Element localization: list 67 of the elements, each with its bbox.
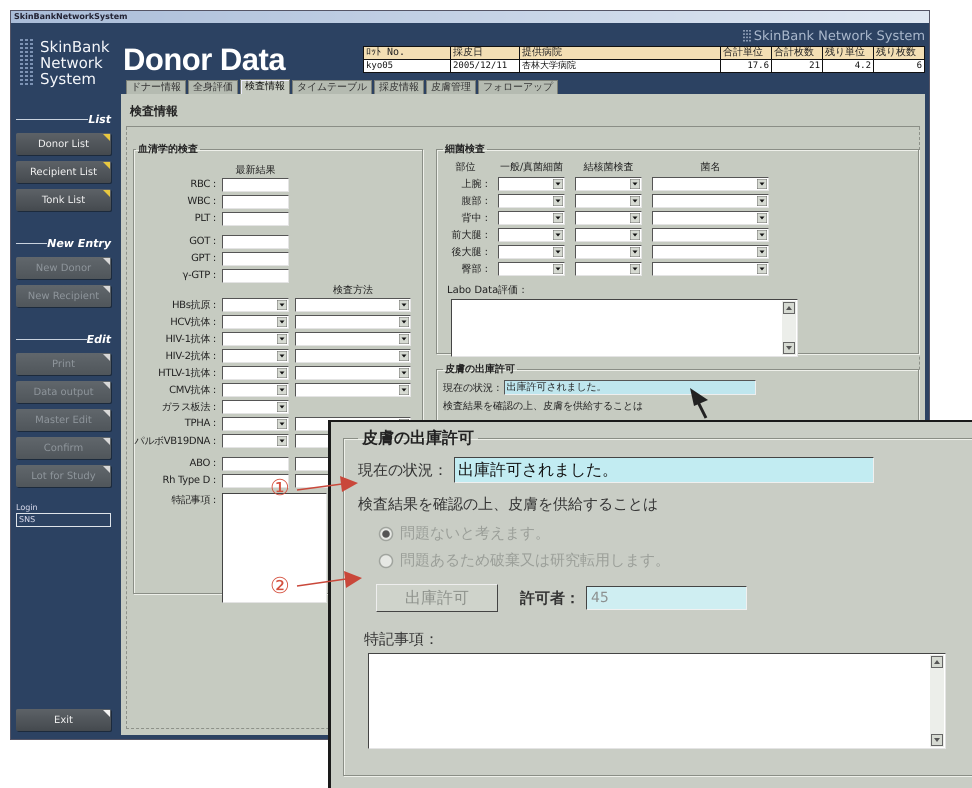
field-label: CMV抗体 :	[168, 384, 216, 396]
field-label: 現在の状況 :	[443, 382, 500, 394]
column-header: 検査方法	[332, 284, 374, 297]
section-heading: Edit	[86, 333, 111, 346]
field-label: TPHA :	[184, 418, 216, 429]
group-title: 皮膚の出庫許可	[360, 428, 475, 449]
field-label: ABO :	[188, 458, 216, 469]
table-cell: 2005/12/11	[451, 60, 519, 72]
section-heading: 検査情報	[126, 100, 920, 127]
column-header: 採皮日	[451, 47, 519, 59]
column-header: 合計枚数	[772, 47, 822, 59]
field-label: HIV-2抗体 :	[164, 350, 216, 362]
column-header: 一般/真菌細菌	[498, 160, 564, 174]
table-cell: 6	[874, 60, 924, 72]
column-header: 菌名	[700, 160, 722, 174]
field-label: 腹部 :	[460, 194, 488, 208]
question-text: 検査結果を確認の上、皮膚を供給することは	[443, 400, 644, 413]
table-cell: 4.2	[823, 60, 873, 72]
logo-text: System	[40, 71, 97, 87]
field-label: Rh Type D :	[161, 475, 216, 486]
brand-text: SkinBank Network System	[754, 29, 925, 44]
field-label: 現在の状況：	[358, 460, 448, 480]
question-text: 検査結果を確認の上、皮膚を供給することは	[358, 495, 659, 514]
field-label: 背中 :	[460, 212, 488, 224]
column-header: ﾛｯﾄ No.	[364, 47, 450, 59]
table-cell: 17.6	[721, 60, 771, 72]
group-title: 細菌検査	[444, 142, 486, 156]
logo-text: SkinBank	[40, 39, 110, 55]
column-header: 結核菌検査	[582, 160, 634, 174]
table-cell: kyo05	[364, 60, 450, 72]
table-cell: 杏林大学病院	[520, 60, 720, 72]
field-label: ガラス板法 :	[160, 400, 216, 414]
field-label: 臀部 :	[460, 262, 488, 276]
section-heading: List	[88, 113, 111, 126]
callout-number: ②	[270, 576, 290, 598]
table-cell: 21	[772, 60, 822, 72]
field-label: HBs抗原 :	[170, 298, 216, 312]
field-label: HTLV-1抗体 :	[157, 366, 216, 380]
window-title: SkinBankNetworkSystem	[11, 11, 929, 23]
field-label: HIV-1抗体 :	[164, 332, 216, 346]
column-header: 残り単位	[823, 47, 873, 59]
field-label: GOT :	[188, 236, 216, 247]
field-label: γ-GTP :	[181, 270, 216, 281]
field-label: GPT :	[190, 253, 216, 264]
field-label: Labo Data評価 :	[447, 284, 526, 297]
page-title: Donor Data	[123, 43, 287, 77]
field-label: 前大腿 :	[450, 228, 488, 242]
column-header: 部位	[454, 160, 476, 174]
column-header: 提供病院	[520, 47, 720, 59]
field-label: パルボVB19DNA :	[134, 434, 216, 448]
field-label: RBC :	[189, 179, 216, 190]
column-header: 残り枚数	[874, 47, 924, 59]
logo-text: Network	[40, 55, 104, 71]
field-label: WBC :	[186, 196, 216, 207]
login-label: Login	[16, 503, 39, 512]
field-label: PLT :	[194, 213, 216, 224]
section-heading: New Entry	[47, 237, 111, 250]
field-label: 許可者：	[520, 588, 580, 608]
column-header: 合計単位	[721, 47, 771, 59]
group-title: 血清学的検査	[137, 142, 199, 156]
field-label: 上腕 :	[460, 178, 488, 190]
group-title: 皮膚の出庫許可	[444, 362, 516, 376]
field-label: 後大腿 :	[450, 246, 488, 258]
field-label: HCV抗体 :	[169, 316, 216, 328]
field-label: 特記事項：	[364, 630, 440, 649]
field-label: 特記事項 :	[170, 494, 216, 507]
column-header: 最新結果	[234, 164, 276, 177]
